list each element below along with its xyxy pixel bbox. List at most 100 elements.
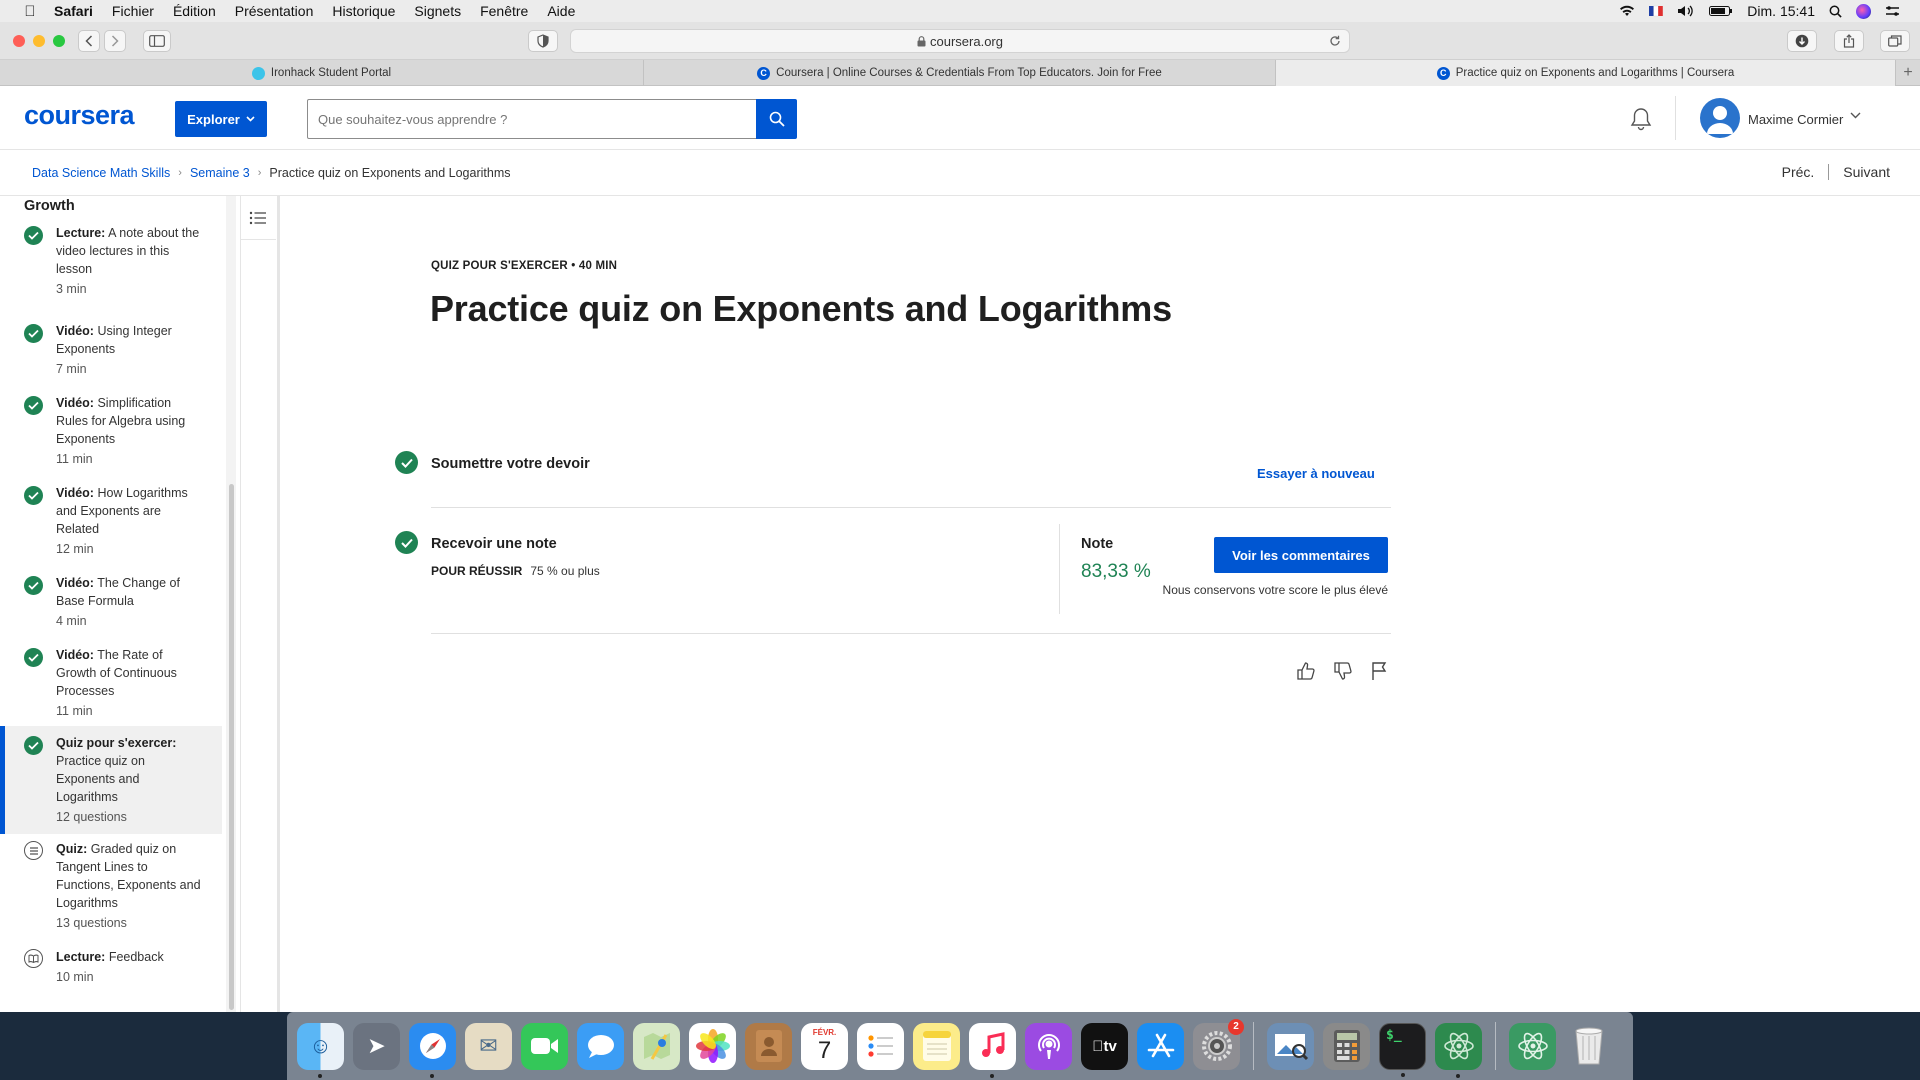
sidebar-item-feedback[interactable]: Lecture: Feedback 10 min (0, 948, 222, 986)
menubar-clock[interactable]: Dim. 15:41 (1747, 3, 1815, 19)
back-button[interactable] (78, 30, 100, 52)
quiz-kicker: QUIZ POUR S'EXERCER • 40 MIN (431, 260, 618, 272)
sidebar-item-video-rate-of-growth[interactable]: Vidéo: The Rate of Growth of Continuous … (0, 646, 222, 720)
sidebar-scrollbar-thumb[interactable] (229, 484, 234, 1010)
shield-icon (537, 34, 549, 48)
share-button[interactable] (1834, 30, 1864, 52)
item-duration: 4 min (56, 614, 87, 628)
breadcrumb-course[interactable]: Data Science Math Skills (32, 166, 170, 180)
new-tab-button[interactable]: + (1896, 60, 1920, 86)
dock-launchpad[interactable]: ➤ (353, 1022, 400, 1070)
menu-presentation[interactable]: Présentation (235, 3, 314, 19)
sidebar-item-lecture-note[interactable]: Lecture: A note about the video lectures… (0, 224, 222, 298)
menu-aide[interactable]: Aide (547, 3, 575, 19)
explore-button[interactable]: Explorer (175, 101, 267, 137)
dock-trash[interactable] (1565, 1023, 1612, 1070)
coursera-logo[interactable]: coursera (24, 100, 135, 131)
menu-app-name[interactable]: Safari (54, 3, 93, 19)
submit-assignment-step: Soumettre votre devoir (431, 456, 590, 472)
sidebar-item-video-simplification[interactable]: Vidéo: Simplification Rules for Algebra … (0, 394, 222, 468)
dock-preview[interactable] (1267, 1022, 1314, 1070)
site-header: coursera Explorer Que souhaitez-vous app… (0, 86, 1920, 150)
sidebar-item-video-change-of-base[interactable]: Vidéo: The Change of Base Formula 4 min (0, 574, 222, 630)
check-circle-icon (395, 451, 418, 474)
minimize-window-button[interactable] (33, 35, 45, 47)
dock-atom-document[interactable] (1509, 1022, 1556, 1070)
dock-messages[interactable] (577, 1022, 624, 1070)
notification-badge: 2 (1228, 1018, 1244, 1035)
sidebar-toggle-button[interactable] (143, 30, 171, 52)
item-type: Vidéo: (56, 486, 94, 500)
sidebar-item-video-logarithms[interactable]: Vidéo: How Logarithms and Exponents are … (0, 484, 222, 558)
battery-icon[interactable] (1709, 5, 1733, 17)
sidebar-item-graded-quiz[interactable]: Quiz: Graded quiz on Tangent Lines to Fu… (0, 840, 222, 932)
spotlight-search-icon[interactable] (1829, 5, 1842, 18)
tab-ironhack[interactable]: Ironhack Student Portal (0, 60, 644, 86)
chevron-down-icon[interactable] (1850, 112, 1861, 119)
control-center-icon[interactable] (1885, 5, 1900, 17)
thumbs-down-icon[interactable] (1333, 661, 1353, 681)
dock-separator (1253, 1022, 1254, 1070)
search-icon (769, 111, 785, 127)
dock-atom[interactable] (1435, 1022, 1482, 1078)
tab-practice-quiz[interactable]: C Practice quiz on Exponents and Logarit… (1276, 60, 1896, 86)
retry-link[interactable]: Essayer à nouveau (1257, 466, 1375, 481)
dock-mail[interactable]: ✉ (465, 1022, 512, 1070)
search-button[interactable] (756, 99, 797, 139)
sidebar-item-practice-quiz[interactable]: Quiz pour s'exercer: Practice quiz on Ex… (0, 726, 222, 834)
menu-signets[interactable]: Signets (414, 3, 461, 19)
thumbs-up-icon[interactable] (1296, 661, 1316, 681)
dock-photos[interactable] (689, 1022, 736, 1070)
menu-edition[interactable]: Édition (173, 3, 216, 19)
chevron-left-icon (85, 35, 93, 47)
breadcrumb-week[interactable]: Semaine 3 (190, 166, 250, 180)
tab-overview-button[interactable] (1880, 30, 1910, 52)
menu-fichier[interactable]: Fichier (112, 3, 154, 19)
user-avatar[interactable] (1700, 98, 1740, 138)
notifications-bell-icon[interactable] (1630, 107, 1652, 131)
previous-button[interactable]: Préc. (1782, 164, 1815, 180)
next-button[interactable]: Suivant (1843, 164, 1890, 180)
dock-contacts[interactable] (745, 1022, 792, 1070)
search-input[interactable]: Que souhaitez-vous apprendre ? (307, 99, 757, 139)
download-icon (1795, 34, 1809, 48)
tab-coursera-home[interactable]: C Coursera | Online Courses & Credential… (644, 60, 1276, 86)
dock-reminders[interactable] (857, 1022, 904, 1070)
wifi-icon[interactable] (1619, 5, 1635, 17)
dock-music[interactable] (969, 1022, 1016, 1078)
dock-notes[interactable] (913, 1022, 960, 1070)
chevron-down-icon (246, 116, 255, 122)
lock-icon (917, 35, 926, 46)
zoom-window-button[interactable] (53, 35, 65, 47)
user-name[interactable]: Maxime Cormier (1748, 112, 1843, 127)
flag-report-icon[interactable] (1370, 661, 1388, 681)
dock-calendar[interactable]: FÉVR. 7 (801, 1022, 848, 1070)
dock-tv[interactable]: tv (1081, 1022, 1128, 1070)
address-bar[interactable]: coursera.org (570, 29, 1350, 53)
dock-calculator[interactable] (1323, 1022, 1370, 1070)
dock-podcasts[interactable] (1025, 1022, 1072, 1070)
flag-icon[interactable] (1649, 5, 1664, 17)
sidebar-item-video-integer-exponents[interactable]: Vidéo: Using Integer Exponents 7 min (0, 322, 222, 378)
dock-finder[interactable]: ☺ (297, 1022, 344, 1078)
reload-icon[interactable] (1329, 35, 1341, 47)
privacy-report-button[interactable] (528, 30, 558, 52)
toc-toggle-button[interactable] (240, 196, 276, 240)
downloads-button[interactable] (1787, 30, 1817, 52)
siri-icon[interactable] (1856, 3, 1871, 19)
apple-menu-icon[interactable]:  (20, 3, 40, 20)
breadcrumb-current: Practice quiz on Exponents and Logarithm… (269, 166, 511, 180)
view-feedback-button[interactable]: Voir les commentaires (1214, 537, 1388, 573)
dock-terminal[interactable]: $_ (1379, 1022, 1426, 1077)
dock-safari[interactable] (409, 1022, 456, 1078)
book-icon (24, 949, 43, 968)
forward-button[interactable] (104, 30, 126, 52)
dock-facetime[interactable] (521, 1022, 568, 1070)
menu-fenetre[interactable]: Fenêtre (480, 3, 528, 19)
dock-app-store[interactable] (1137, 1022, 1184, 1070)
dock-maps[interactable] (633, 1022, 680, 1070)
close-window-button[interactable] (13, 35, 25, 47)
dock-system-preferences[interactable]: 2 (1193, 1018, 1244, 1070)
menu-historique[interactable]: Historique (332, 3, 395, 19)
volume-icon[interactable] (1677, 5, 1695, 17)
